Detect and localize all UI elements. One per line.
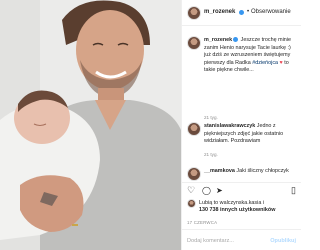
- publish-button[interactable]: Opublikuj: [270, 238, 296, 244]
- post-side-panel: m_rozenek • Obserwowanie m_rozenek Jeszc…: [181, 0, 301, 250]
- caption-text: m_rozenek Jeszcze trochę minie zanim Hen…: [204, 37, 298, 75]
- following-button[interactable]: Obserwowanie: [251, 9, 291, 15]
- author-avatar[interactable]: [187, 6, 201, 20]
- comment-timestamp[interactable]: 21 tyg.: [204, 152, 218, 157]
- comment-input[interactable]: Dodaj komentarz...: [187, 238, 234, 244]
- paper-plane-icon[interactable]: ➤: [216, 186, 223, 195]
- commenter-avatar[interactable]: [187, 167, 201, 181]
- verified-badge-icon: [239, 10, 244, 15]
- author-username[interactable]: m_rozenek: [204, 9, 235, 15]
- liker-avatar[interactable]: [187, 199, 196, 208]
- bookmark-icon[interactable]: ▯: [291, 186, 296, 195]
- separator-dot: •: [247, 9, 250, 15]
- comment-body: Jaki śliczny chłopczyk: [234, 168, 289, 174]
- likes-count[interactable]: 130 738 innych użytkowników: [199, 207, 275, 215]
- commenter-username[interactable]: __mamkova: [204, 168, 235, 174]
- caption-timestamp[interactable]: 21 tyg.: [204, 115, 218, 120]
- photo-father-with-newborn: [0, 0, 181, 250]
- caption-avatar[interactable]: [187, 36, 201, 50]
- post-date[interactable]: 17 CZERWCA: [187, 220, 217, 225]
- comment-text: stanislawakrawczyk Jedno z piękniejszych…: [204, 123, 298, 146]
- add-comment-bar: Dodaj komentarz... Opublikuj: [182, 229, 301, 250]
- comment-text: __mamkova Jaki śliczny chłopczyk: [204, 168, 298, 176]
- commenter-username[interactable]: stanislawakrawczyk: [204, 123, 255, 129]
- caption-verified-icon: [233, 37, 239, 43]
- comment-bubble-icon[interactable]: ◯: [202, 186, 211, 195]
- caption-hashtag[interactable]: #dzieńojca: [252, 60, 278, 66]
- post-actions: ♡ ◯ ➤ ▯: [182, 182, 301, 196]
- heart-outline-icon[interactable]: ♡: [187, 186, 195, 195]
- caption-username[interactable]: m_rozenek: [204, 37, 232, 43]
- post-photo[interactable]: [0, 0, 181, 250]
- commenter-avatar[interactable]: [187, 122, 201, 136]
- post-header: m_rozenek • Obserwowanie: [182, 0, 301, 26]
